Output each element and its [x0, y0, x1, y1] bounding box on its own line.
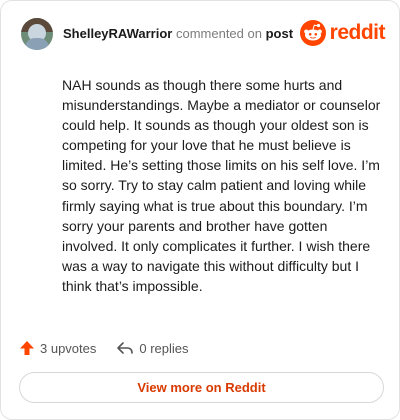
commented-on-label: commented on: [175, 26, 262, 41]
embedded-comment-card: ShelleyRAWarrior commented on post reddi…: [0, 0, 400, 420]
comment-meta: ShelleyRAWarrior commented on post: [63, 26, 293, 42]
comment-header: ShelleyRAWarrior commented on post reddi…: [21, 17, 386, 51]
upvote-count: 3 upvotes: [40, 340, 97, 356]
username-link[interactable]: ShelleyRAWarrior: [63, 26, 172, 41]
reply-arrow-icon: [117, 342, 134, 354]
avatar[interactable]: [21, 18, 53, 50]
post-link[interactable]: post: [266, 26, 293, 41]
comment-actions: 3 upvotes 0 replies: [19, 337, 189, 359]
reddit-snoo-icon: [299, 20, 326, 46]
reddit-wordmark: reddit: [329, 21, 386, 44]
upvote-action[interactable]: 3 upvotes: [19, 340, 96, 356]
replies-action[interactable]: 0 replies: [116, 340, 189, 356]
reddit-logo[interactable]: reddit: [299, 20, 386, 46]
view-more-on-reddit-button[interactable]: View more on Reddit: [19, 372, 384, 403]
upvote-arrow-icon: [20, 341, 34, 355]
comment-body: NAH sounds as though there some hurts an…: [62, 77, 381, 294]
reply-count: 0 replies: [139, 340, 189, 356]
